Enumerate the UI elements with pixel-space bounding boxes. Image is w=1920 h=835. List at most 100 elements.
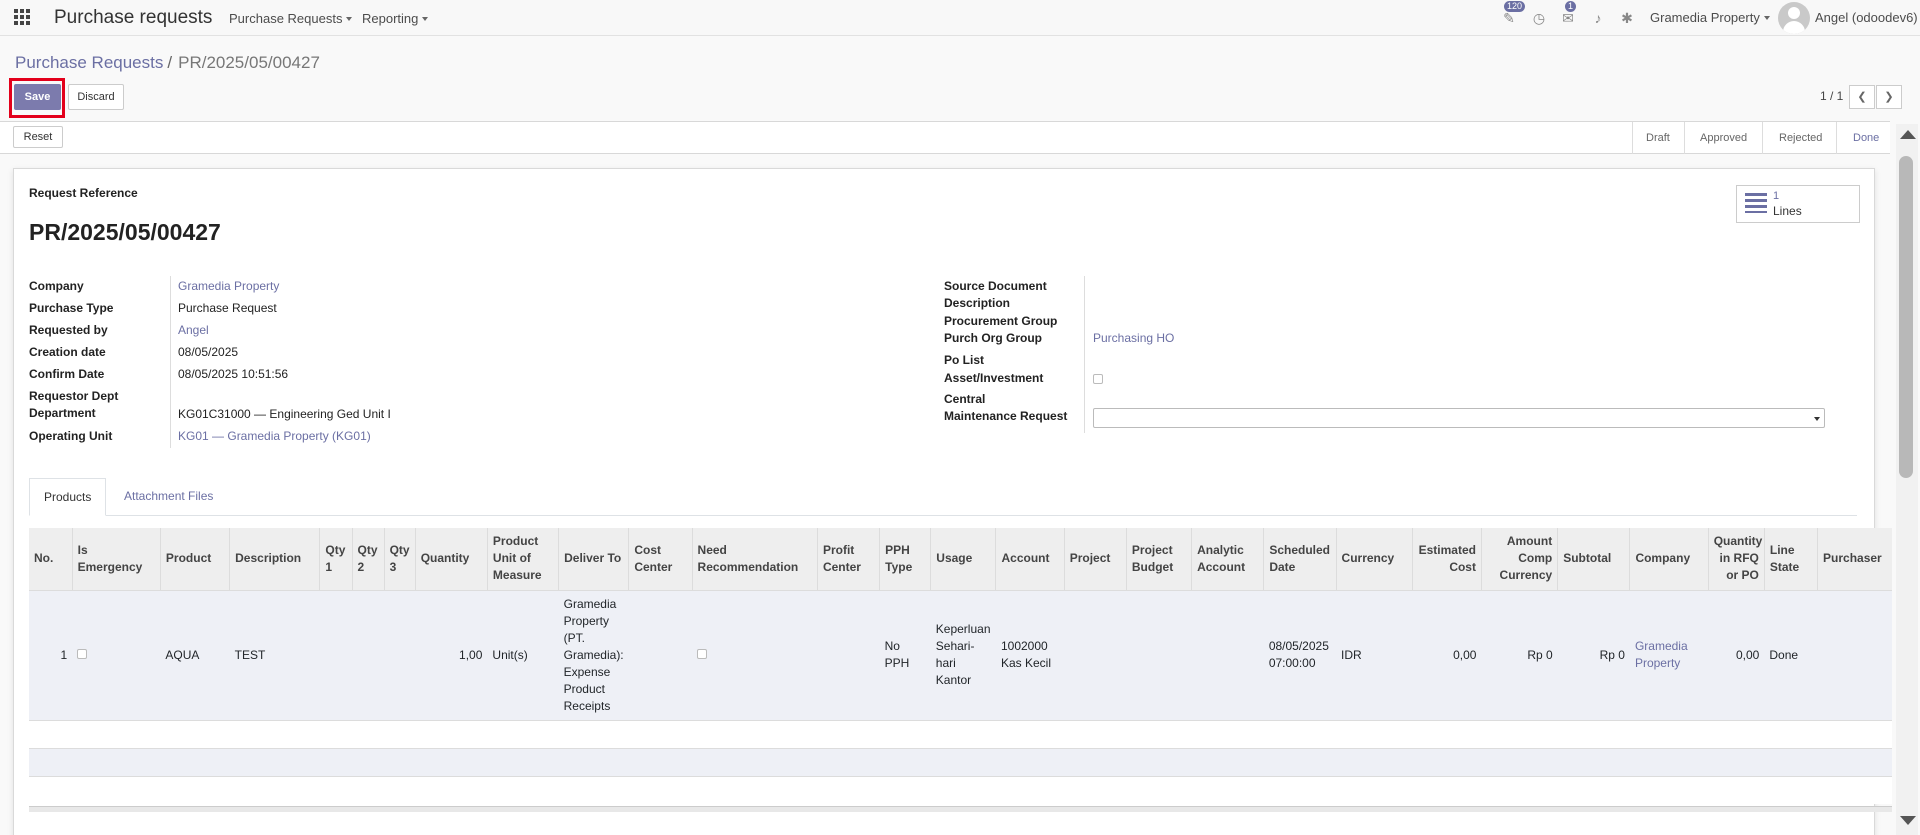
top-navbar: Purchase requests Purchase Requests Repo… — [0, 0, 1920, 36]
central-maintenance-select[interactable] — [1093, 408, 1825, 428]
company-link[interactable]: Gramedia Property — [1635, 639, 1688, 670]
lines-count: 1 — [1773, 190, 1780, 202]
list-icon — [1745, 193, 1767, 213]
breadcrumb-parent-link[interactable]: Purchase Requests — [15, 53, 163, 72]
field-divider — [1084, 276, 1085, 433]
company-label: Company — [29, 279, 84, 293]
col-header[interactable]: Quantity in RFQ or PO — [1707, 528, 1765, 590]
cell-quantity: 1,00 — [415, 589, 488, 720]
description-label: Description — [944, 296, 1011, 310]
vertical-scrollbar-thumb[interactable] — [1899, 156, 1913, 478]
cell-analytic-account — [1191, 589, 1264, 720]
products-table-wrapper: No. Is Emergency Product Description Qty… — [29, 528, 1892, 818]
col-header[interactable]: Product — [159, 528, 230, 590]
menu-purchase-requests[interactable]: Purchase Requests — [229, 11, 353, 26]
col-header[interactable]: Estimated Cost — [1411, 528, 1482, 590]
asset-investment-checkbox[interactable] — [1093, 374, 1103, 384]
table-row[interactable]: 1 AQUA TEST 1,00 Unit(s) Gramedia Proper… — [29, 589, 1892, 720]
cell-deliver-to: Gramedia Property (PT. Gramedia): Expens… — [558, 589, 629, 720]
cell-qty-3 — [384, 589, 416, 720]
apps-menu-icon[interactable] — [14, 9, 30, 25]
col-header[interactable]: No. — [29, 528, 73, 590]
stage-draft[interactable]: Draft — [1646, 122, 1670, 154]
cell-account: 1002000 Kas Kecil — [995, 589, 1065, 720]
ref-label: Request Reference — [29, 186, 138, 200]
col-header[interactable]: Quantity — [414, 528, 488, 590]
col-header[interactable]: Purchaser — [1817, 528, 1892, 590]
activity-badge: 120 — [1504, 1, 1526, 12]
col-header[interactable]: Deliver To — [558, 528, 629, 590]
scroll-down-arrow-icon[interactable] — [1900, 816, 1916, 825]
dept-label-line1: Requestor Dept — [29, 389, 119, 403]
stage-rejected[interactable]: Rejected — [1779, 122, 1822, 154]
cell-no: 1 — [29, 589, 73, 720]
need-recommendation-checkbox[interactable] — [697, 648, 708, 659]
confirm-date-value: 08/05/2025 10:51:56 — [178, 367, 289, 381]
col-header[interactable]: Need Recommendation — [691, 528, 818, 590]
col-header[interactable]: Is Emergency — [71, 528, 161, 590]
clock-icon[interactable]: ◷ — [1531, 10, 1547, 26]
col-header[interactable]: Subtotal — [1557, 528, 1630, 590]
activity-edit-icon[interactable]: ✎ 120 — [1501, 1, 1526, 26]
purch-org-group-label: Purch Org Group — [944, 331, 1043, 345]
is-emergency-checkbox[interactable] — [77, 648, 88, 659]
col-header[interactable]: Qty 1 — [319, 528, 352, 590]
menu-reporting[interactable]: Reporting — [362, 11, 429, 26]
scroll-up-arrow-icon[interactable] — [1900, 130, 1916, 139]
confirm-date-label: Confirm Date — [29, 367, 105, 381]
cell-qty-rfq-po: 0,00 — [1708, 589, 1765, 720]
company-switcher[interactable]: Gramedia Property — [1650, 10, 1770, 25]
col-header[interactable]: Cost Center — [628, 528, 693, 590]
stage-done: Done — [1853, 132, 1880, 144]
company-value-link[interactable]: Gramedia Property — [178, 279, 279, 293]
col-header[interactable]: Company — [1629, 528, 1709, 590]
col-header[interactable]: Qty 2 — [351, 528, 385, 590]
requested-by-label: Requested by — [29, 323, 108, 337]
col-header[interactable]: Description — [229, 528, 320, 590]
cell-is-emergency — [72, 589, 161, 720]
col-header[interactable]: Analytic Account — [1191, 528, 1264, 590]
user-menu[interactable]: Angel (odoodev6) — [1815, 10, 1918, 25]
table-horizontal-scrollbar[interactable] — [29, 806, 1892, 812]
col-header[interactable]: PPH Type — [879, 528, 931, 590]
purch-org-group-value-link[interactable]: Purchasing HO — [1093, 331, 1174, 345]
bug-icon[interactable]: ✱ — [1619, 10, 1635, 26]
cell-profit-center — [817, 589, 880, 720]
central-maintenance-label-line2: Maintenance Request — [944, 409, 1068, 423]
col-header[interactable]: Scheduled Date — [1263, 528, 1337, 590]
col-header[interactable]: Qty 3 — [383, 528, 416, 590]
col-header[interactable]: Usage — [930, 528, 996, 590]
stage-divider — [1762, 122, 1763, 154]
col-header[interactable]: Project — [1063, 528, 1127, 590]
ref-value: PR/2025/05/00427 — [29, 219, 221, 245]
app-title: Purchase requests — [54, 7, 213, 28]
cell-product: AQUA — [160, 589, 230, 720]
pager-previous-button[interactable]: ❮ — [1849, 85, 1875, 109]
col-header[interactable]: Product Unit of Measure — [486, 528, 559, 590]
requested-by-value-link[interactable]: Angel — [178, 323, 209, 337]
tab-attachment-files[interactable]: Attachment Files — [110, 478, 227, 516]
operating-unit-value-link[interactable]: KG01 — Gramedia Property (KG01) — [178, 429, 371, 443]
bell-icon[interactable]: ♪ — [1590, 10, 1606, 26]
pager-next-button[interactable]: ❯ — [1876, 85, 1902, 109]
chevron-left-icon: ❮ — [1857, 91, 1867, 103]
caret-down-icon — [1814, 417, 1820, 421]
cell-estimated-cost: 0,00 — [1412, 589, 1482, 720]
lines-smart-button[interactable]: 1 Lines — [1736, 185, 1860, 223]
reset-button[interactable]: Reset — [13, 126, 63, 148]
messages-icon[interactable]: ✉ 1 — [1560, 1, 1577, 26]
dept-value: KG01C31000 — Engineering Ged Unit I — [178, 407, 391, 421]
col-header[interactable]: Amount Comp Currency — [1480, 528, 1558, 590]
col-header[interactable]: Line State — [1763, 528, 1818, 590]
stage-divider — [1632, 122, 1633, 154]
col-header[interactable]: Currency — [1335, 528, 1413, 590]
stage-approved[interactable]: Approved — [1700, 122, 1747, 154]
col-header[interactable]: Project Budget — [1125, 528, 1192, 590]
menu-label: Reporting — [362, 11, 419, 26]
user-avatar[interactable] — [1778, 2, 1810, 34]
col-header[interactable]: Profit Center — [816, 528, 880, 590]
cell-scheduled-date: 08/05/2025 07:00:00 — [1263, 589, 1337, 720]
tab-products[interactable]: Products — [29, 478, 107, 516]
discard-button[interactable]: Discard — [68, 84, 124, 110]
col-header[interactable]: Account — [995, 528, 1065, 590]
